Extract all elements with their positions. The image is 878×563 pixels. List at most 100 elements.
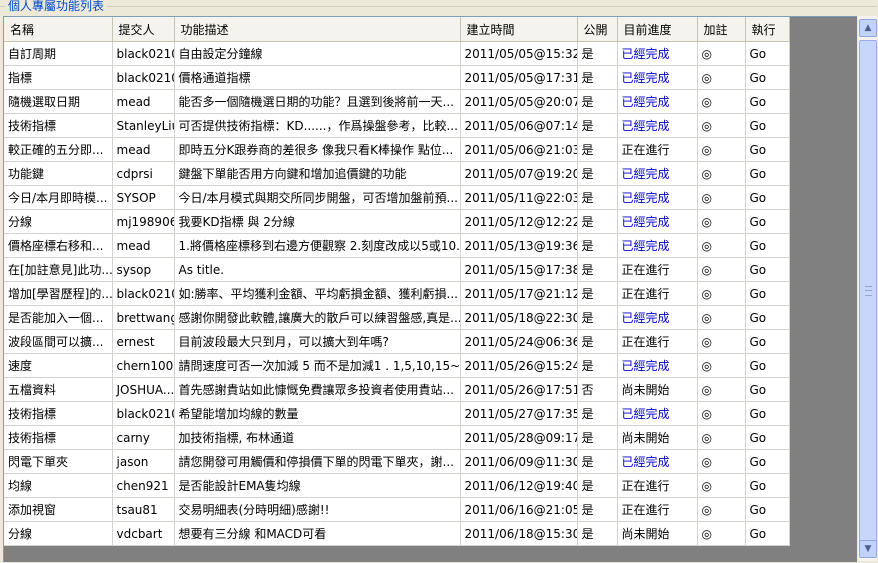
description-cell: 可否提供技術指標：KD......，作爲操盤參考，比較... xyxy=(174,113,461,138)
name-cell: 技術指標 xyxy=(4,425,113,450)
created-time-cell: 2011/05/24@06:36:38 xyxy=(460,329,578,354)
table-row[interactable]: 閃電下單夾 jason 請您開發可用觸價和停損價下單的閃電下單夾，謝... 2011/… xyxy=(4,449,790,474)
column-header-progress[interactable]: 目前進度 xyxy=(617,17,698,42)
description-cell: 是否能設計EMA隻均線 xyxy=(174,473,461,498)
name-cell: 均線 xyxy=(4,473,113,498)
annotate-cell[interactable]: ◎ xyxy=(697,401,746,426)
execute-cell[interactable]: Go xyxy=(745,473,790,498)
table-row[interactable]: 功能鍵 cdprsi 鍵盤下單能否用方向鍵和增加追價鍵的功能 2011/05/07@1… xyxy=(4,161,790,186)
column-header-submitter[interactable]: 提交人 xyxy=(112,17,175,42)
table-row[interactable]: 技術指標carny加技術指標, 布林通道2011/05/28@09:17:34是… xyxy=(4,425,790,450)
arrow-down-icon[interactable]: ▼ xyxy=(859,540,877,558)
execute-cell[interactable]: Go xyxy=(745,449,790,474)
annotate-cell[interactable]: ◎ xyxy=(697,377,746,402)
column-header-execute[interactable]: 執行 xyxy=(745,17,790,42)
submitter-cell: ernest xyxy=(112,329,175,354)
execute-cell[interactable]: Go xyxy=(745,65,790,90)
submitter-cell: StanleyLiu xyxy=(112,113,175,138)
progress-cell: 尚未開始 xyxy=(617,521,698,546)
table-row[interactable]: 技術指標black0210希望能增加均線的數量2011/05/27@17:35:… xyxy=(4,401,790,426)
annotate-cell[interactable]: ◎ xyxy=(697,65,746,90)
progress-cell: 已經完成 xyxy=(617,161,698,186)
vertical-scrollbar[interactable]: ▲ ▼ xyxy=(857,16,877,561)
name-cell: 分線 xyxy=(4,521,113,546)
execute-cell[interactable]: Go xyxy=(745,377,790,402)
annotate-cell[interactable]: ◎ xyxy=(697,233,746,258)
progress-cell: 已經完成 xyxy=(617,89,698,114)
annotate-cell[interactable]: ◎ xyxy=(697,353,746,378)
name-cell: 是否能加入一個... xyxy=(4,305,113,330)
execute-cell[interactable]: Go xyxy=(745,41,790,66)
description-cell: 我要KD指標 與 2分線 xyxy=(174,209,461,234)
annotate-cell[interactable]: ◎ xyxy=(697,329,746,354)
arrow-up-icon[interactable]: ▲ xyxy=(859,19,877,37)
execute-cell[interactable]: Go xyxy=(745,113,790,138)
table-row[interactable]: 波段區間可以擴... ernest 目前波段最大只到月，可以擴大到年嗎? 2011/0… xyxy=(4,329,790,354)
progress-cell: 正在進行 xyxy=(617,137,698,162)
execute-cell[interactable]: Go xyxy=(745,185,790,210)
annotate-cell[interactable]: ◎ xyxy=(697,473,746,498)
table-row[interactable]: 五檔資料 JOSHUA... 首先感謝貴站如此慷慨免費讓眾多投資者使用貴站... 20… xyxy=(4,377,790,402)
submitter-cell: mead xyxy=(112,89,175,114)
table-row[interactable]: 在[加註意見]此功... sysop As title. 2011/05/15@17:… xyxy=(4,257,790,282)
name-cell: 波段區間可以擴... xyxy=(4,329,113,354)
table-row[interactable]: 分線vdcbart想要有三分線 和MACD可看2011/06/18@15:30:… xyxy=(4,521,790,546)
table-row[interactable]: 較正確的五分即... mead 即時五分K跟券商的差很多 像我只看K棒操作 點位..… xyxy=(4,137,790,162)
execute-cell[interactable]: Go xyxy=(745,161,790,186)
execute-cell[interactable]: Go xyxy=(745,233,790,258)
progress-cell: 已經完成 xyxy=(617,353,698,378)
execute-cell[interactable]: Go xyxy=(745,401,790,426)
column-header-annotate[interactable]: 加註 xyxy=(697,17,746,42)
annotate-cell[interactable]: ◎ xyxy=(697,41,746,66)
annotate-cell[interactable]: ◎ xyxy=(697,521,746,546)
execute-cell[interactable]: Go xyxy=(745,497,790,522)
execute-cell[interactable]: Go xyxy=(745,281,790,306)
table-row[interactable]: 隨機選取日期 mead 能否多一個隨機選日期的功能？且選到後將前一天... 2011/… xyxy=(4,89,790,114)
annotate-cell[interactable]: ◎ xyxy=(697,209,746,234)
execute-cell[interactable]: Go xyxy=(745,425,790,450)
execute-cell[interactable]: Go xyxy=(745,257,790,282)
table-row[interactable]: 指標black0210價格通道指標2011/05/05@17:31:51是已經完… xyxy=(4,65,790,90)
annotate-cell[interactable]: ◎ xyxy=(697,425,746,450)
column-header-public[interactable]: 公開 xyxy=(577,17,618,42)
table-row[interactable]: 速度chern1008請問速度可否一次加減 5 而不是加減1 . 1,5,10,… xyxy=(4,353,790,378)
execute-cell[interactable]: Go xyxy=(745,521,790,546)
annotate-cell[interactable]: ◎ xyxy=(697,89,746,114)
execute-cell[interactable]: Go xyxy=(745,89,790,114)
column-header-name[interactable]: 名稱 xyxy=(4,17,113,42)
public-cell: 是 xyxy=(577,305,618,330)
execute-cell[interactable]: Go xyxy=(745,353,790,378)
progress-cell: 已經完成 xyxy=(617,209,698,234)
created-time-cell: 2011/05/11@22:03:34 xyxy=(460,185,578,210)
scrollbar-thumb[interactable] xyxy=(859,40,877,545)
annotate-cell[interactable]: ◎ xyxy=(697,281,746,306)
table-row[interactable]: 是否能加入一個... brettwang 感謝你開發此軟體,讓廣大的散戶可以練習盤感… xyxy=(4,305,790,330)
table-row[interactable]: 增加[學習歷程]的... black0210 如:勝率、平均獲利金額、平均虧損金額、… xyxy=(4,281,790,306)
table-row[interactable]: 今日/本月即時模... SYSOP 今日/本月模式與期交所同步開盤，可否增加盤前預.… xyxy=(4,185,790,210)
annotate-cell[interactable]: ◎ xyxy=(697,257,746,282)
created-time-cell: 2011/05/06@21:03:47 xyxy=(460,137,578,162)
column-header-created-time[interactable]: 建立時間 xyxy=(460,17,578,42)
annotate-cell[interactable]: ◎ xyxy=(697,137,746,162)
table-row[interactable]: 技術指標 StanleyLiu 可否提供技術指標：KD......，作爲操盤參考，比… xyxy=(4,113,790,138)
table-row[interactable]: 自訂周期black0210自由設定分鐘線2011/05/05@15:32:20是… xyxy=(4,41,790,66)
submitter-cell: mj198906... xyxy=(112,209,175,234)
description-cell: 感謝你開發此軟體,讓廣大的散戶可以練習盤感,真是... xyxy=(174,305,461,330)
table-row[interactable]: 均線chen921是否能設計EMA隻均線2011/06/12@19:40:28是… xyxy=(4,473,790,498)
table-row[interactable]: 分線mj198906...我要KD指標 與 2分線2011/05/12@12:2… xyxy=(4,209,790,234)
table-row[interactable]: 價格座標右移和... mead 1.將價格座標移到右邊方便觀察 2.刻度改成以5或1… xyxy=(4,233,790,258)
annotate-cell[interactable]: ◎ xyxy=(697,185,746,210)
table-row[interactable]: 添加視窗 tsau81 交易明細表(分時明細)感謝!! 2011/06/16@21:0… xyxy=(4,497,790,522)
annotate-cell[interactable]: ◎ xyxy=(697,113,746,138)
execute-cell[interactable]: Go xyxy=(745,137,790,162)
annotate-cell[interactable]: ◎ xyxy=(697,497,746,522)
grip-icon xyxy=(865,286,872,296)
annotate-cell[interactable]: ◎ xyxy=(697,305,746,330)
column-header-description[interactable]: 功能描述 xyxy=(174,17,461,42)
annotate-cell[interactable]: ◎ xyxy=(697,449,746,474)
execute-cell[interactable]: Go xyxy=(745,305,790,330)
public-cell: 是 xyxy=(577,89,618,114)
execute-cell[interactable]: Go xyxy=(745,209,790,234)
annotate-cell[interactable]: ◎ xyxy=(697,161,746,186)
execute-cell[interactable]: Go xyxy=(745,329,790,354)
